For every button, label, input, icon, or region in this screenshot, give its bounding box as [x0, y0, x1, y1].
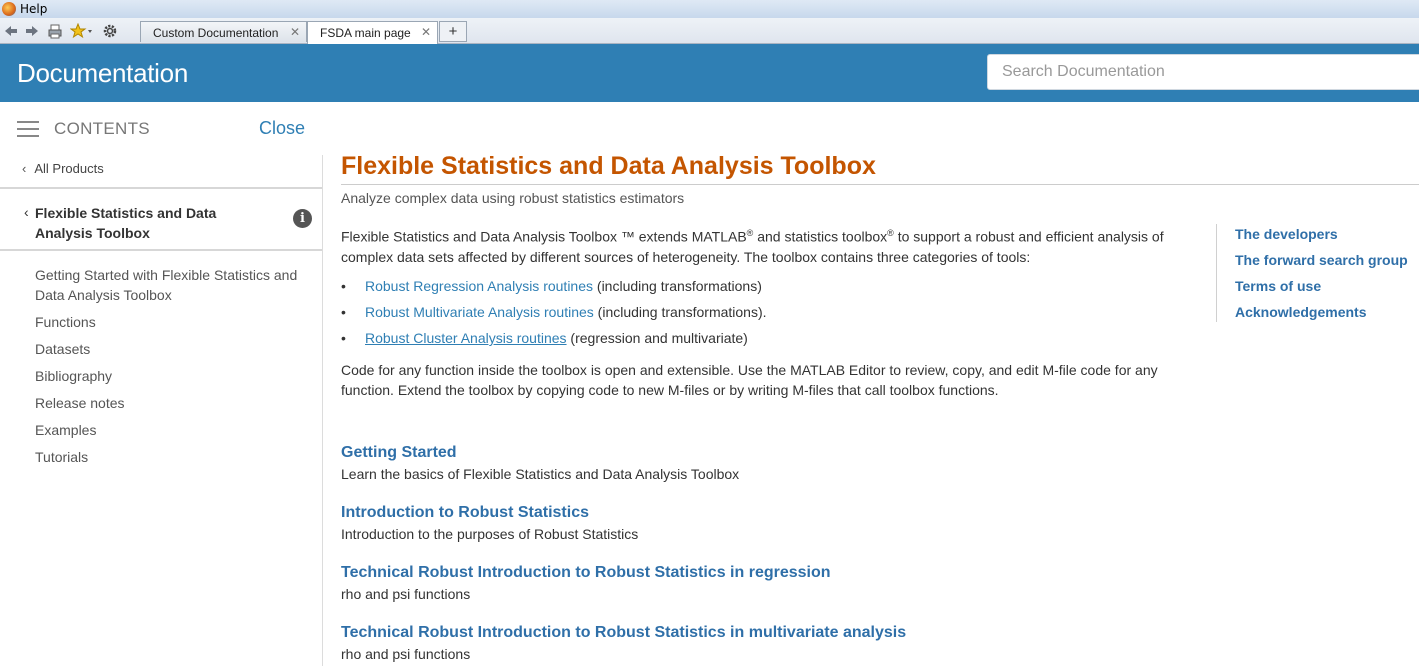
link-developers[interactable]: The developers	[1235, 226, 1338, 242]
star-icon[interactable]	[69, 22, 94, 39]
link-terms-of-use[interactable]: Terms of use	[1235, 278, 1321, 294]
registered-mark: ®	[887, 228, 894, 238]
sidebar-item-examples[interactable]: Examples	[35, 420, 315, 440]
section-description: rho and psi functions	[341, 586, 471, 602]
chevron-left-icon: ‹	[24, 204, 29, 220]
tab-fsda-main-page[interactable]: FSDA main page ✕	[307, 21, 438, 44]
matlab-app-icon	[2, 2, 16, 16]
sidebar-item-bibliography[interactable]: Bibliography	[35, 366, 315, 386]
intro-text-2: and statistics toolbox	[753, 228, 888, 245]
tool-category-list: • Robust Regression Analysis routines (i…	[341, 276, 1201, 354]
title-divider	[341, 184, 1419, 185]
robust-regression-link[interactable]: Robust Regression Analysis routines	[365, 278, 593, 294]
gear-icon[interactable]	[102, 23, 118, 39]
list-item: • Robust Regression Analysis routines (i…	[341, 276, 1201, 302]
search-input[interactable]	[987, 54, 1419, 90]
link-acknowledgements[interactable]: Acknowledgements	[1235, 304, 1366, 320]
sidebar-section-title[interactable]: ‹ Flexible Statistics and Data Analysis …	[24, 203, 264, 243]
intro-paragraph: Flexible Statistics and Data Analysis To…	[341, 223, 1201, 267]
print-icon[interactable]	[47, 23, 63, 39]
right-rail: The developers The forward search group …	[1216, 224, 1419, 322]
section-description: Introduction to the purposes of Robust S…	[341, 526, 639, 542]
list-item-text: (including transformations)	[593, 278, 762, 294]
sidebar-divider	[0, 249, 322, 251]
sidebar-item-release-notes[interactable]: Release notes	[35, 393, 315, 413]
section-intro-robust: Introduction to Robust Statistics Introd…	[341, 502, 1201, 544]
tab-toolbar: Custom Documentation ✕ FSDA main page ✕ …	[0, 18, 1419, 44]
close-icon[interactable]: ✕	[290, 25, 300, 39]
link-forward-search-group[interactable]: The forward search group	[1235, 252, 1408, 268]
intro-text-1: Flexible Statistics and Data Analysis To…	[341, 228, 747, 245]
contents-label: CONTENTS	[54, 119, 150, 138]
list-item: • Robust Cluster Analysis routines (regr…	[341, 328, 1201, 354]
section-heading-link[interactable]: Technical Robust Introduction to Robust …	[341, 562, 1201, 584]
sidebar-item-datasets[interactable]: Datasets	[35, 339, 315, 359]
robust-cluster-link[interactable]: Robust Cluster Analysis routines	[365, 330, 567, 346]
sidebar-item-functions[interactable]: Functions	[35, 312, 315, 332]
tab-custom-documentation[interactable]: Custom Documentation ✕	[140, 21, 307, 42]
doc-header: Documentation	[0, 44, 1419, 102]
info-icon[interactable]: i	[293, 209, 312, 228]
section-description: rho and psi functions	[341, 646, 471, 662]
close-icon[interactable]: ✕	[421, 25, 431, 39]
sidebar-divider	[0, 187, 322, 189]
section-getting-started: Getting Started Learn the basics of Flex…	[341, 442, 1201, 484]
header-title[interactable]: Documentation	[17, 58, 188, 89]
window-title-bar: Help	[0, 0, 1419, 18]
window-title: Help	[20, 2, 48, 16]
section-description: Learn the basics of Flexible Statistics …	[341, 466, 740, 482]
tab-label: FSDA main page	[320, 26, 411, 40]
sidebar-item-getting-started[interactable]: Getting Started with Flexible Statistics…	[35, 265, 315, 305]
section-title-label: Flexible Statistics and Data Analysis To…	[35, 205, 217, 241]
sidebar-border	[322, 155, 323, 666]
sidebar-items: Getting Started with Flexible Statistics…	[35, 265, 315, 474]
new-tab-button[interactable]: +	[439, 21, 467, 42]
section-technical-multivariate: Technical Robust Introduction to Robust …	[341, 622, 1201, 664]
bullet-icon: •	[341, 330, 346, 346]
robust-multivariate-link[interactable]: Robust Multivariate Analysis routines	[365, 304, 594, 320]
tab-label: Custom Documentation	[153, 26, 279, 40]
bullet-icon: •	[341, 278, 346, 294]
page-title: Flexible Statistics and Data Analysis To…	[341, 152, 876, 180]
code-paragraph: Code for any function inside the toolbox…	[341, 362, 1158, 398]
section-technical-regression: Technical Robust Introduction to Robust …	[341, 562, 1201, 604]
contents-sidebar: CONTENTS Close ‹ All Products ‹ Flexible …	[0, 102, 322, 666]
sidebar-item-tutorials[interactable]: Tutorials	[35, 447, 315, 467]
forward-arrow-icon[interactable]	[24, 23, 40, 39]
list-item-text: (regression and multivariate)	[566, 330, 748, 346]
list-item: • Robust Multivariate Analysis routines …	[341, 302, 1201, 328]
all-products-link[interactable]: ‹ All Products	[22, 161, 104, 176]
close-contents-link[interactable]: Close	[259, 118, 305, 139]
page-subtitle: Analyze complex data using robust statis…	[341, 190, 685, 206]
section-heading-link[interactable]: Getting Started	[341, 442, 1201, 464]
section-heading-link[interactable]: Introduction to Robust Statistics	[341, 502, 1201, 524]
chevron-left-icon: ‹	[22, 161, 27, 176]
hamburger-icon[interactable]	[17, 121, 39, 137]
back-arrow-icon[interactable]	[3, 23, 19, 39]
all-products-label: All Products	[34, 161, 104, 176]
list-item-text: (including transformations).	[593, 304, 767, 320]
bullet-icon: •	[341, 304, 346, 320]
section-heading-link[interactable]: Technical Robust Introduction to Robust …	[341, 622, 1201, 644]
